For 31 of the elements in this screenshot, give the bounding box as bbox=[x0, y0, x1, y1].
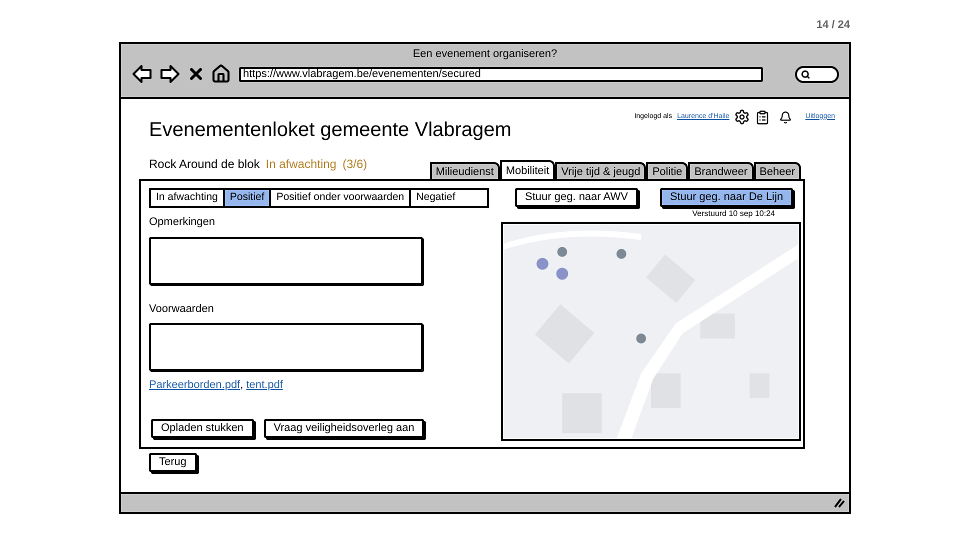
settings-icon[interactable] bbox=[734, 109, 750, 125]
search-icon bbox=[801, 70, 810, 78]
event-status: In afwachting bbox=[266, 156, 336, 173]
url-field[interactable]: https://www.vlabragem.be/evenementen/secured bbox=[239, 66, 763, 82]
forward-arrow-icon[interactable] bbox=[159, 64, 181, 84]
close-icon[interactable] bbox=[187, 65, 205, 83]
field-label: Voorwaarden bbox=[149, 302, 215, 316]
field-label: Opmerkingen bbox=[149, 215, 216, 230]
bell-icon[interactable] bbox=[779, 110, 792, 124]
resize-grip-icon bbox=[833, 498, 845, 508]
search-field[interactable] bbox=[795, 66, 839, 82]
back-arrow-icon[interactable] bbox=[131, 64, 153, 84]
separator-text: , bbox=[240, 378, 244, 393]
back-button[interactable]: Terug bbox=[149, 453, 197, 472]
action-button[interactable]: Vraag veiligheidsoverleg aan bbox=[264, 418, 424, 438]
event-progress: (3/6) bbox=[342, 156, 368, 173]
text-area[interactable] bbox=[149, 236, 423, 284]
segment-button[interactable]: Positief bbox=[222, 190, 270, 206]
sent-timestamp: Verstuurd 10 sep 10:24 bbox=[692, 208, 775, 220]
action-button[interactable]: Opladen stukken bbox=[151, 418, 254, 438]
send-button[interactable]: Stuur geg. naar AWV bbox=[515, 188, 638, 207]
event-name: Rock Around de blok bbox=[149, 156, 260, 173]
send-button[interactable]: Stuur geg. naar De Lijn bbox=[660, 188, 794, 207]
text-area[interactable] bbox=[149, 323, 423, 371]
page-title: Evenementenloket gemeente Vlabragem bbox=[149, 118, 512, 143]
clipboard-icon[interactable] bbox=[755, 110, 770, 124]
attachment-link[interactable]: Parkeerborden.pdf bbox=[149, 377, 240, 394]
slide-counter: 14 / 24 bbox=[816, 18, 850, 33]
attachment-link[interactable]: tent.pdf bbox=[246, 377, 283, 394]
window-title: Een evenement organiseren? bbox=[412, 46, 558, 62]
home-icon[interactable] bbox=[211, 64, 231, 84]
